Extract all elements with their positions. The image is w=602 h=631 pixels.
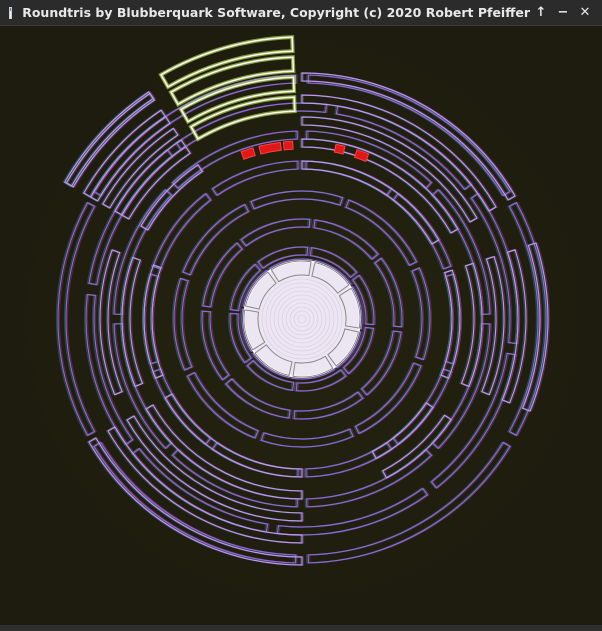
danger-block [282,140,294,151]
danger-block [333,143,346,155]
game-board[interactable] [0,26,602,625]
window-icon [9,6,13,19]
window-bottom-border [0,625,602,631]
window-controls: ↑ − ✕ [530,3,596,23]
keep-above-button[interactable]: ↑ [530,3,552,23]
minimize-button[interactable]: − [552,3,574,23]
window-title: Roundtris by Blubberquark Software, Copy… [22,5,530,20]
game-canvas[interactable] [0,26,602,625]
title-bar[interactable]: Roundtris by Blubberquark Software, Copy… [0,0,602,26]
close-button[interactable]: ✕ [574,3,596,23]
core-disc [243,260,361,378]
game-window: Roundtris by Blubberquark Software, Copy… [0,0,602,631]
